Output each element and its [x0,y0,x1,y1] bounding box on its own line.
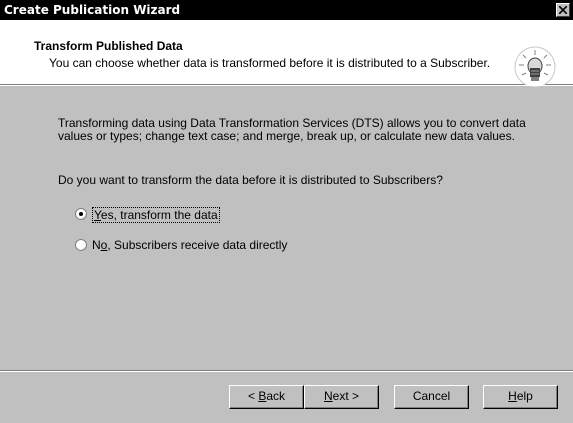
title-bar[interactable]: Create Publication Wizard [0,0,573,20]
label-text: , Subscribers receive data directly [107,238,288,252]
help-button[interactable]: Help [483,385,558,409]
radio-label-transform-yes[interactable]: Yes, transform the data [92,207,220,223]
label-text: N [92,238,101,252]
footer-divider-highlight [0,371,573,372]
cancel-button[interactable]: Cancel [394,385,469,409]
intro-paragraph: Transforming data using Data Transformat… [58,116,526,143]
radio-label-transform-no[interactable]: No, Subscribers receive data directly [92,238,287,252]
back-button[interactable]: < Back [229,385,304,409]
back-label: ack [266,389,286,403]
help-label: elp [516,389,533,403]
hotkey-n: N [323,389,333,403]
next-label: ext > [332,389,360,403]
hotkey-y: Y [94,208,101,222]
close-button[interactable] [556,3,570,17]
next-button[interactable]: Next > [304,385,379,409]
question-text: Do you want to transform the data before… [58,173,443,187]
label-text: es, transform the data [100,208,218,222]
close-icon [559,6,567,14]
cancel-label: Cancel [412,389,451,403]
window-title: Create Publication Wizard [4,3,181,17]
wizard-header: Transform Published Data You can choose … [0,20,573,88]
wizard-lightbulb-icon [514,46,556,88]
wizard-window: Create Publication Wizard Transform Publ… [0,0,573,423]
page-title: Transform Published Data [34,39,183,53]
radio-selected-dot [79,212,83,216]
page-description: You can choose whether data is transform… [49,56,491,70]
back-prefix: < [247,389,259,403]
header-divider [0,85,573,86]
radio-transform-no[interactable] [75,239,87,251]
hotkey-h: H [508,389,517,403]
radio-transform-yes[interactable] [75,208,87,220]
